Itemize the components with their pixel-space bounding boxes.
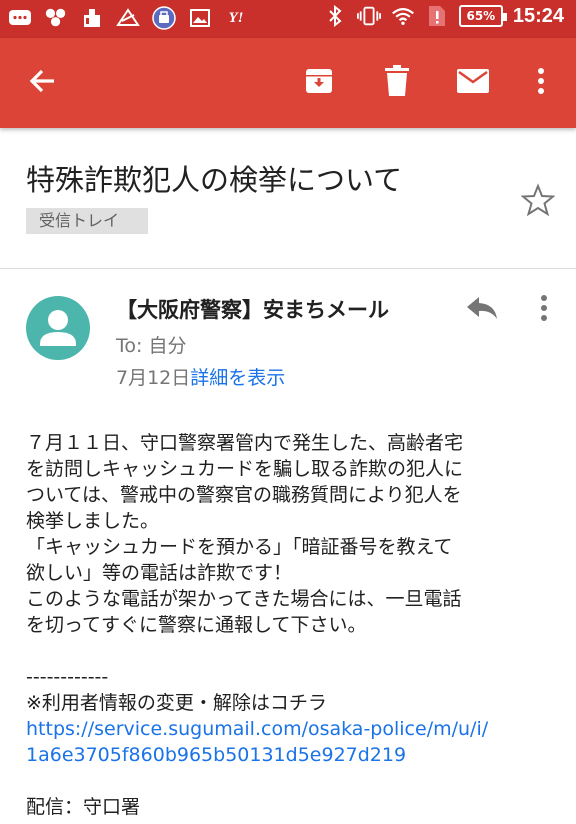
archive-button[interactable]: [296, 60, 342, 106]
sender-name: 【大阪府警察】安まちメール: [116, 298, 389, 322]
star-icon: [520, 183, 556, 221]
app-bar: [0, 38, 576, 128]
header-divider: [0, 268, 576, 269]
body-line: を訪問しキャッシュカードを騙し取る詐欺の犯人に: [26, 458, 464, 480]
image-icon: [188, 6, 212, 30]
reply-button[interactable]: [460, 292, 504, 328]
body-line: 欲しい」等の電話は詐欺です！: [26, 562, 293, 584]
app-badge-icon: [152, 6, 176, 30]
show-details-link[interactable]: 詳細を表示: [190, 367, 285, 389]
inbox-label-chip[interactable]: 受信トレイ: [26, 208, 148, 234]
yahoo-icon: Y!: [228, 9, 244, 26]
body-line: 検挙しました。: [26, 510, 160, 532]
unsubscribe-link-line-2[interactable]: 1a6e3705f860b965b50131d5e927d219: [26, 742, 556, 768]
back-arrow-icon: [28, 66, 58, 100]
date-line: 7月12日詳細を表示: [116, 363, 285, 390]
sim-alert-icon: [425, 4, 449, 28]
separator-line: ------------: [26, 666, 109, 688]
body-line: ７月１１日、守口警察署管内で発生した、高齢者宅: [26, 432, 464, 454]
clock: 15:24: [512, 4, 564, 27]
body-line: ついては、警戒中の警察官の職務質問により犯人を: [26, 484, 462, 506]
distributor-line: 配信：守口署: [26, 796, 141, 818]
bluetooth-icon: [323, 4, 347, 28]
cleaner-app-icon: [80, 6, 104, 30]
person-icon: [26, 310, 90, 360]
gift-app-icon: [116, 6, 140, 30]
email-body: ７月１１日、守口警察署管内で発生した、高齢者宅 を訪問しキャッシュカードを騙し取…: [26, 430, 556, 820]
body-line: を切ってすぐに警察に通報して下さい。: [26, 614, 367, 636]
body-line: 「キャッシュカードを預かる」「暗証番号を教えて: [26, 536, 453, 558]
archive-icon: [303, 65, 335, 101]
wifi-icon: [391, 4, 415, 28]
unsubscribe-link-line-1[interactable]: https://service.sugumail.com/osaka-polic…: [26, 716, 556, 742]
more-options-button[interactable]: [518, 60, 564, 106]
delete-icon: [383, 65, 411, 101]
vibrate-icon: [356, 4, 381, 28]
back-button[interactable]: [20, 60, 66, 106]
mark-unread-icon: [456, 67, 490, 99]
hexagon-app-icon: [44, 6, 68, 30]
star-button[interactable]: [518, 182, 558, 222]
footer-notice: ※利用者情報の変更・解除はコチラ: [26, 692, 327, 714]
body-line: このような電話が架かってきた場合には、一旦電話: [26, 588, 462, 610]
more-vert-icon: [537, 67, 545, 99]
email-subject: 特殊詐欺犯人の検挙について: [26, 163, 403, 197]
mark-unread-button[interactable]: [450, 60, 496, 106]
sender-avatar[interactable]: [26, 296, 90, 360]
message-icon: [8, 6, 32, 30]
sent-date: 7月12日: [116, 367, 191, 389]
more-vert-icon: [540, 294, 548, 326]
reply-icon: [465, 295, 499, 325]
status-bar: Y! 65% 15:24: [0, 0, 576, 38]
delete-button[interactable]: [374, 60, 420, 106]
battery-icon: 65%: [458, 5, 507, 27]
recipient-line: To: 自分: [116, 335, 187, 357]
message-more-button[interactable]: [526, 292, 562, 328]
